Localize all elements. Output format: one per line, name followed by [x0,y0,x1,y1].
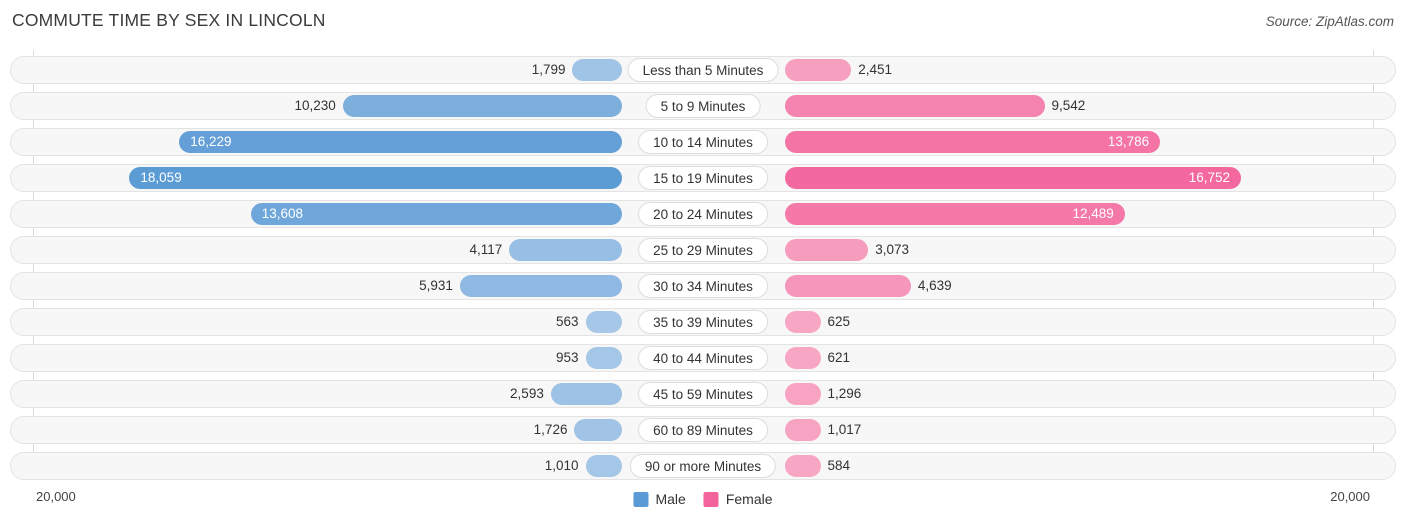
bar-value-male: 13,608 [261,206,303,221]
bar-value-male: 1,010 [544,458,579,473]
bar-value-female: 9,542 [1051,98,1086,113]
legend-item-female[interactable]: Female [703,491,773,507]
bar-value-male: 5,931 [419,278,453,293]
legend-swatch-icon [633,491,649,507]
table-row: 2,593 1,296 45 to 59 Minutes [10,380,1396,408]
bar-female[interactable]: 2,451 [784,59,892,81]
bar-value-female: 4,639 [917,278,952,293]
legend-swatch-icon [703,491,719,507]
bar-value-female: 3,073 [875,242,910,257]
category-label: 25 to 29 Minutes [638,238,768,262]
bar-male[interactable]: 1,799 [532,59,622,81]
category-label: 5 to 9 Minutes [645,94,761,118]
bar-value-male: 16,229 [190,134,232,149]
bar-female[interactable]: 16,752 [784,167,1241,189]
category-label: 35 to 39 Minutes [638,310,768,334]
bar-male[interactable]: 13,608 [250,203,622,225]
chart-axis-footer: 20,000 20,000 Male Female [0,487,1406,523]
table-row: 1,799 2,451 Less than 5 Minutes [10,56,1396,84]
category-label: 60 to 89 Minutes [638,418,768,442]
bar-value-male: 563 [555,314,579,329]
table-row: 10,230 9,542 5 to 9 Minutes [10,92,1396,120]
table-row: 5,931 4,639 30 to 34 Minutes [10,272,1396,300]
bar-male[interactable]: 4,117 [470,239,622,261]
bar-male[interactable]: 2,593 [510,383,622,405]
bar-value-male: 953 [555,350,579,365]
bar-female[interactable]: 9,542 [784,95,1085,117]
bar-female[interactable]: 12,489 [784,203,1125,225]
table-row: 18,059 16,752 15 to 19 Minutes [10,164,1396,192]
bar-female[interactable]: 584 [784,455,850,477]
bar-value-female: 2,451 [858,62,893,77]
category-label: 40 to 44 Minutes [638,346,768,370]
bar-value-female: 16,752 [1188,170,1230,185]
bar-female[interactable]: 1,017 [784,419,861,441]
bar-value-female: 625 [827,314,851,329]
page-title: COMMUTE TIME BY SEX IN LINCOLN [12,10,326,30]
bar-male[interactable]: 16,229 [179,131,622,153]
bar-value-female: 1,017 [827,422,862,437]
bar-value-male: 10,230 [294,98,336,113]
bar-male[interactable]: 953 [556,347,622,369]
category-label: 45 to 59 Minutes [638,382,768,406]
bar-male[interactable]: 18,059 [129,167,622,189]
bar-value-male: 18,059 [140,170,182,185]
bar-value-male: 2,593 [510,386,544,401]
table-row: 953 621 40 to 44 Minutes [10,344,1396,372]
table-row: 13,608 12,489 20 to 24 Minutes [10,200,1396,228]
source-attribution: Source: ZipAtlas.com [1265,14,1394,29]
bar-male[interactable]: 10,230 [294,95,622,117]
axis-tick-left: 20,000 [36,489,76,504]
bar-value-male: 4,117 [469,242,503,257]
bar-value-female: 621 [827,350,851,365]
bar-male[interactable]: 563 [556,311,622,333]
bar-male[interactable]: 1,010 [545,455,622,477]
axis-tick-right: 20,000 [1330,489,1370,504]
category-label: 10 to 14 Minutes [638,130,768,154]
category-label: 20 to 24 Minutes [638,202,768,226]
bar-female[interactable]: 13,786 [784,131,1161,153]
category-label: 15 to 19 Minutes [638,166,768,190]
table-row: 16,229 13,786 10 to 14 Minutes [10,128,1396,156]
table-row: 1,010 584 90 or more Minutes [10,452,1396,480]
bar-female[interactable]: 621 [784,347,850,369]
bar-female[interactable]: 625 [784,311,850,333]
bar-male[interactable]: 5,931 [419,275,622,297]
bar-value-female: 12,489 [1072,206,1114,221]
category-label: 30 to 34 Minutes [638,274,768,298]
bar-value-female: 584 [827,458,851,473]
bar-female[interactable]: 4,639 [784,275,952,297]
bar-female[interactable]: 1,296 [784,383,861,405]
chart-plot-area: 1,799 2,451 Less than 5 Minutes 10,230 9,542… [0,50,1406,487]
table-row: 563 625 35 to 39 Minutes [10,308,1396,336]
legend-label: Female [725,491,773,507]
table-row: 4,117 3,073 25 to 29 Minutes [10,236,1396,264]
legend-label: Male [655,491,686,507]
bar-value-female: 13,786 [1107,134,1150,149]
category-label: 90 or more Minutes [629,454,777,478]
chart-legend: Male Female [633,491,773,507]
table-row: 1,726 1,017 60 to 89 Minutes [10,416,1396,444]
bar-value-male: 1,799 [531,62,566,77]
bar-value-male: 1,726 [533,422,568,437]
bar-value-female: 1,296 [827,386,862,401]
category-label: Less than 5 Minutes [627,58,779,82]
bar-female[interactable]: 3,073 [784,239,909,261]
legend-item-male[interactable]: Male [633,491,686,507]
bar-male[interactable]: 1,726 [534,419,622,441]
